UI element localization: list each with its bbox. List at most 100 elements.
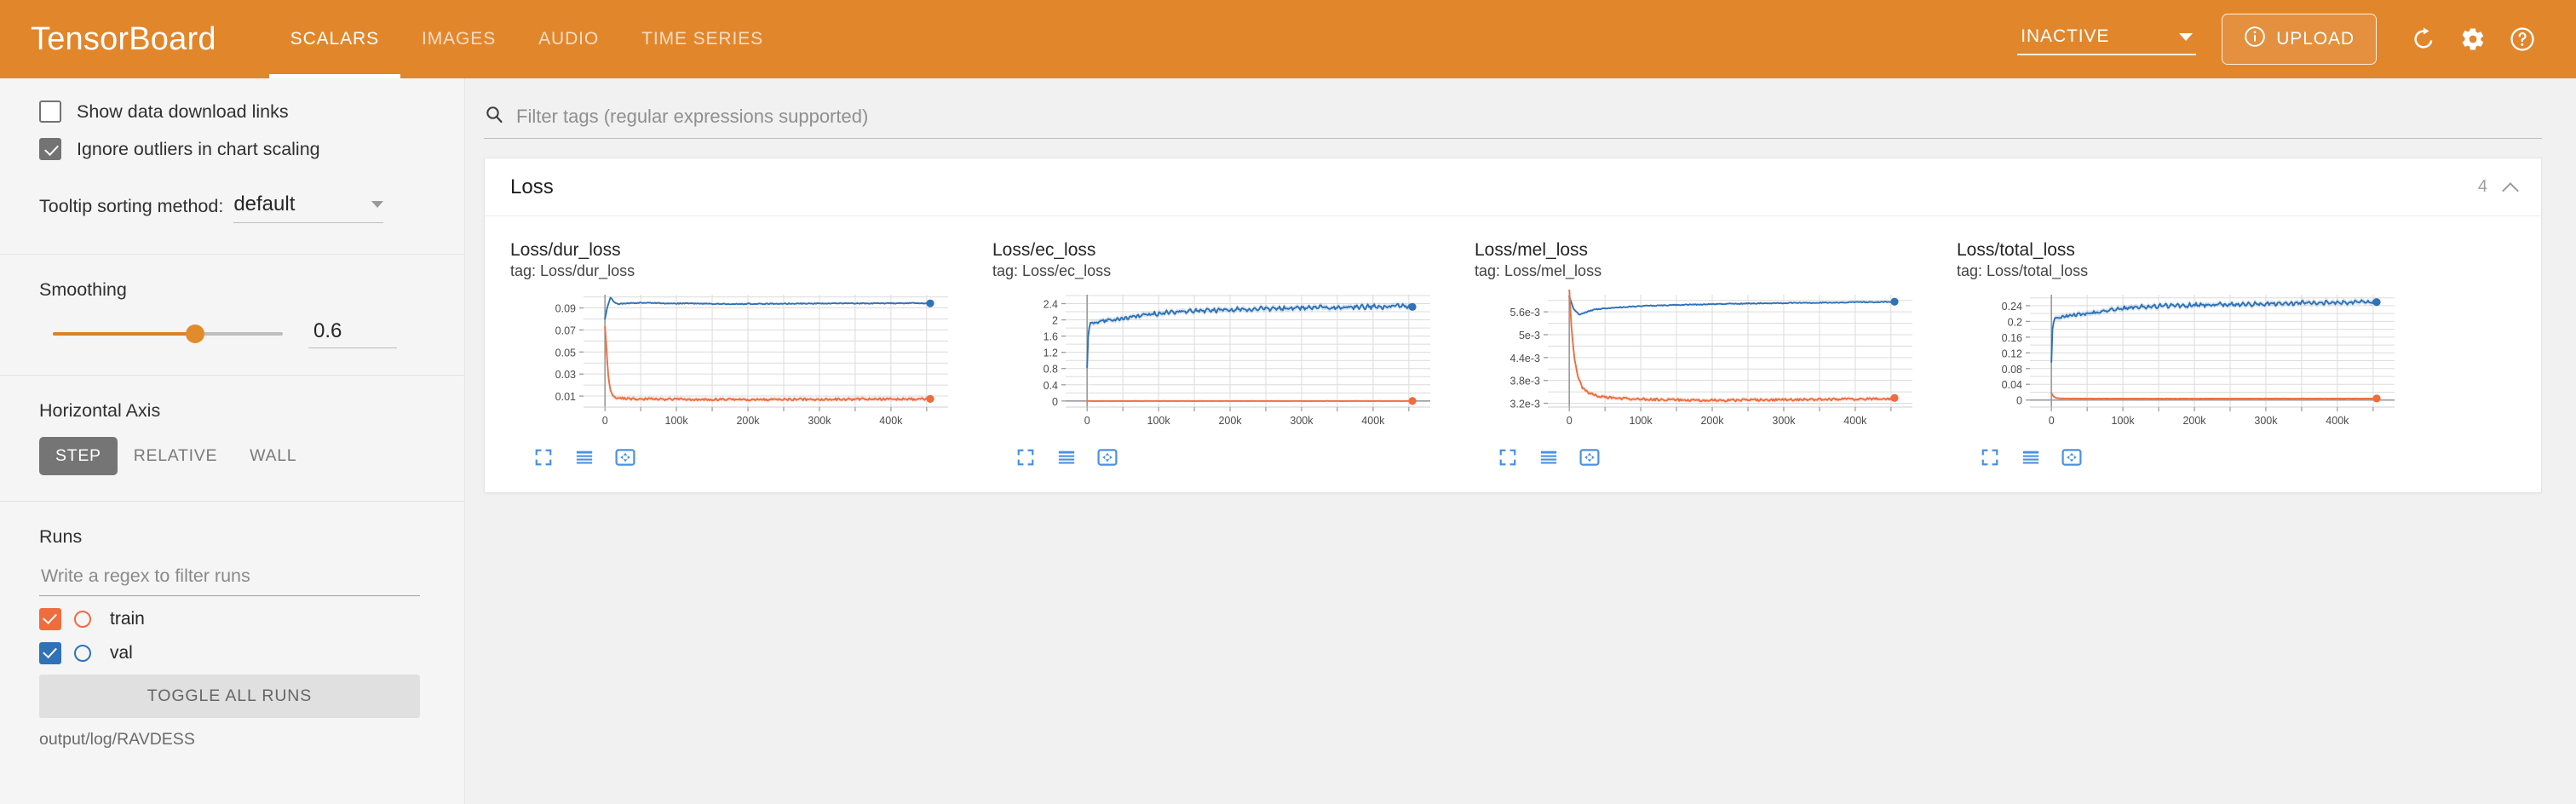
horizontal-axis-wall[interactable]: WALL [233,437,313,475]
chevron-down-icon [2179,32,2194,41]
data-table-icon[interactable] [1054,445,1079,470]
tag-filter-bar [465,78,2561,139]
search-icon [484,104,504,129]
divider [0,501,464,502]
refresh-button[interactable] [2399,14,2448,64]
tab-images[interactable]: IMAGES [400,0,517,78]
help-button[interactable] [2498,14,2547,64]
gear-icon [2460,26,2486,52]
svg-text:100k: 100k [665,415,689,427]
tab-scalars[interactable]: SCALARS [268,0,401,78]
top-bar-actions: INACTIVE UPLOAD [2017,14,2547,65]
fullscreen-icon[interactable] [531,445,556,470]
tooltip-sorting-select[interactable]: default [233,192,384,223]
chart-toolbar [1957,445,2422,470]
tag-filter-input[interactable] [515,104,2542,129]
data-table-icon[interactable] [572,445,597,470]
svg-text:0.09: 0.09 [555,303,576,315]
svg-text:5e-3: 5e-3 [1519,330,1540,342]
svg-text:200k: 200k [1218,415,1242,427]
charts-row: Loss/dur_loss tag: Loss/dur_loss 0.01 0.03 0… [485,216,2541,492]
tab-time-series[interactable]: TIME SERIES [620,0,785,78]
upload-button[interactable]: UPLOAD [2222,14,2377,65]
chart-plot[interactable]: 0 0.4 0.8 1.2 1.6 2 2.4 0 100k 200k 300k 400k [992,290,1435,433]
pan-reset-icon[interactable] [1577,445,1602,470]
svg-text:2: 2 [1052,315,1058,327]
pan-reset-icon[interactable] [1095,445,1120,470]
tag-filter-field[interactable] [484,104,2542,139]
pan-reset-icon[interactable] [612,445,638,470]
chart-plot[interactable]: 0.01 0.03 0.05 0.07 0.09 0 100k 200k 300k 400k [510,290,953,433]
chart-toolbar [510,445,975,470]
reload-status-value: INACTIVE [2021,26,2110,46]
chart-cell: Loss/total_loss tag: Loss/total_loss 0 0.04… [1940,228,2422,470]
svg-text:0.08: 0.08 [2002,364,2022,376]
fullscreen-icon[interactable] [1013,445,1038,470]
horizontal-axis-relative[interactable]: RELATIVE [118,437,233,475]
smoothing-slider[interactable] [53,324,283,343]
fullscreen-icon[interactable] [1977,445,2003,470]
show-download-links-checkbox[interactable] [39,100,61,123]
svg-text:400k: 400k [1361,415,1385,427]
show-download-links-row[interactable]: Show data download links [39,100,420,123]
refresh-icon [2411,26,2436,52]
svg-text:200k: 200k [736,415,760,427]
chevron-down-icon [371,201,384,208]
smoothing-title: Smoothing [39,279,127,300]
runs-title: Runs [39,526,83,547]
top-app-bar: TensorBoard SCALARS IMAGES AUDIO TIME SE… [0,0,2576,78]
svg-text:0.8: 0.8 [1044,364,1058,376]
settings-sidebar: Show data download links Ignore outliers… [0,78,465,804]
horizontal-axis-options: STEP RELATIVE WALL [39,437,420,475]
run-item-val[interactable]: val [39,642,420,664]
smoothing-value-input[interactable]: 0.6 [308,319,397,348]
svg-text:1.2: 1.2 [1044,347,1058,359]
runs-filter-input[interactable] [39,565,420,588]
horizontal-axis-step[interactable]: STEP [39,437,118,475]
upload-button-label: UPLOAD [2276,29,2355,49]
ignore-outliers-label: Ignore outliers in chart scaling [77,138,320,159]
horizontal-axis-section: Horizontal Axis STEP RELATIVE WALL [39,400,420,501]
chevron-up-icon[interactable] [2503,183,2517,192]
chart-plot[interactable]: 0 0.04 0.08 0.12 0.16 0.2 0.24 0 100k 200k 300k 400… [1957,290,2400,433]
run-color-dot-val [74,645,91,662]
chart-cell: Loss/ec_loss tag: Loss/ec_loss 0 0.4 0.8 1.2 1… [975,228,1458,470]
run-label-train: train [110,609,145,629]
slider-fill [53,332,196,336]
tooltip-sorting-value: default [233,192,296,215]
svg-text:0: 0 [2049,415,2055,427]
pan-reset-icon[interactable] [2059,445,2084,470]
ignore-outliers-row[interactable]: Ignore outliers in chart scaling [39,138,420,160]
settings-button[interactable] [2448,14,2498,64]
chart-cell: Loss/mel_loss tag: Loss/mel_loss 3.2e-3 3.8… [1458,228,1940,470]
data-table-icon[interactable] [2018,445,2044,470]
chart-cell: Loss/dur_loss tag: Loss/dur_loss 0.01 0.03 0… [493,228,975,470]
chart-tag: tag: Loss/dur_loss [510,262,635,279]
run-checkbox-train[interactable] [39,608,61,630]
logdir-label: output/log/RAVDESS [39,730,195,749]
chart-plot[interactable]: 3.2e-3 3.8e-3 4.4e-3 5e-3 5.6e-3 0 100k 200k 300… [1475,290,1918,433]
svg-text:0.2: 0.2 [2008,316,2022,328]
toggle-all-runs-button[interactable]: TOGGLE ALL RUNS [39,675,420,718]
tooltip-sorting-label: Tooltip sorting method: [39,196,224,216]
fullscreen-icon[interactable] [1495,445,1521,470]
loss-card-header[interactable]: Loss 4 [485,158,2541,216]
runs-filter[interactable] [39,565,420,596]
main-content: Loss 4 Loss/dur_loss tag: Loss/dur_loss 0.… [465,78,2576,804]
smoothing-row: 0.6 [39,319,420,348]
data-table-icon[interactable] [1536,445,1561,470]
run-item-train[interactable]: train [39,608,420,630]
svg-text:3.8e-3: 3.8e-3 [1510,376,1540,388]
tooltip-sorting-row: Tooltip sorting method: default [39,192,420,254]
svg-text:0.04: 0.04 [2002,379,2022,391]
help-circle-icon [2510,26,2535,52]
ignore-outliers-checkbox[interactable] [39,138,61,160]
reload-status-select[interactable]: INACTIVE [2017,23,2197,55]
chart-tag: tag: Loss/mel_loss [1475,262,1602,279]
svg-text:4.4e-3: 4.4e-3 [1510,353,1540,365]
run-checkbox-val[interactable] [39,642,61,664]
slider-knob[interactable] [186,324,205,343]
svg-text:2.4: 2.4 [1044,298,1058,310]
tab-audio[interactable]: AUDIO [517,0,620,78]
divider [0,375,464,376]
